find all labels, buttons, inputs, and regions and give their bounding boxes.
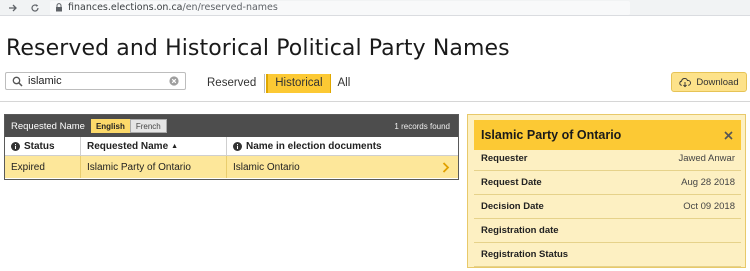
detail-label: Requester bbox=[481, 153, 528, 164]
column-header-election-name-label: Name in election documents bbox=[246, 140, 382, 152]
detail-panel: Islamic Party of Ontario Requester Jawed… bbox=[467, 114, 746, 268]
forward-arrow-icon[interactable] bbox=[6, 1, 20, 15]
table-header-row: Status Requested Name ▲ Name in election… bbox=[5, 137, 458, 156]
clear-icon[interactable] bbox=[168, 75, 180, 87]
address-bar[interactable]: finances.elections.on.ca/en/reserved-nam… bbox=[50, 0, 630, 15]
requested-name-label: Requested Name bbox=[11, 120, 85, 132]
column-header-status[interactable]: Status bbox=[5, 137, 80, 155]
cell-election-name: Islamic Ontario bbox=[226, 156, 438, 178]
header-divider bbox=[0, 101, 750, 102]
url-path: /en/reserved-names bbox=[182, 2, 278, 13]
detail-label: Registration date bbox=[481, 225, 559, 236]
detail-row-registration-status: Registration Status bbox=[474, 243, 741, 267]
page-title: Reserved and Historical Political Party … bbox=[6, 36, 510, 61]
reload-icon[interactable] bbox=[28, 1, 42, 15]
sort-up-icon: ▲ bbox=[171, 142, 179, 150]
cell-requested-name: Islamic Party of Ontario bbox=[80, 156, 226, 178]
download-button[interactable]: Download bbox=[671, 72, 747, 92]
info-icon bbox=[233, 141, 242, 151]
close-icon[interactable] bbox=[723, 130, 733, 140]
view-tabs: Reserved Historical All bbox=[200, 73, 357, 93]
detail-value: Jawed Anwar bbox=[678, 153, 735, 164]
tab-historical[interactable]: Historical bbox=[266, 73, 331, 93]
lang-english-button[interactable]: English bbox=[90, 119, 130, 133]
detail-row-request-date: Request Date Aug 28 2018 bbox=[474, 171, 741, 195]
detail-title: Islamic Party of Ontario bbox=[481, 128, 622, 142]
cloud-download-icon bbox=[679, 76, 692, 88]
search-box bbox=[5, 72, 186, 90]
detail-label: Request Date bbox=[481, 177, 542, 188]
lang-french-button[interactable]: French bbox=[129, 119, 167, 133]
search-input[interactable] bbox=[28, 75, 168, 87]
detail-header: Islamic Party of Ontario bbox=[474, 120, 741, 150]
detail-row-decision-date: Decision Date Oct 09 2018 bbox=[474, 195, 741, 219]
url-text: finances.elections.on.ca/en/reserved-nam… bbox=[68, 2, 278, 13]
detail-row-requester: Requester Jawed Anwar bbox=[474, 147, 741, 171]
browser-toolbar: finances.elections.on.ca/en/reserved-nam… bbox=[0, 0, 750, 16]
language-toggle: English French bbox=[90, 119, 167, 133]
tab-reserved[interactable]: Reserved bbox=[200, 74, 263, 93]
url-host: finances.elections.on.ca bbox=[68, 2, 183, 13]
tab-all[interactable]: All bbox=[331, 74, 358, 93]
column-header-requested-name-label: Requested Name bbox=[87, 140, 169, 152]
detail-row-registration-date: Registration date bbox=[474, 219, 741, 243]
detail-value: Oct 09 2018 bbox=[683, 201, 735, 212]
chevron-right-icon[interactable] bbox=[438, 161, 454, 173]
table-toolbar: Requested Name English French 1 records … bbox=[5, 115, 458, 137]
column-header-requested-name[interactable]: Requested Name ▲ bbox=[80, 137, 226, 155]
tab-divider bbox=[264, 73, 266, 93]
column-header-status-label: Status bbox=[24, 140, 55, 152]
records-count: 1 records found bbox=[394, 121, 450, 131]
detail-label: Registration Status bbox=[481, 249, 569, 260]
results-table: Requested Name English French 1 records … bbox=[4, 114, 459, 180]
column-header-election-name[interactable]: Name in election documents bbox=[226, 137, 458, 155]
download-label: Download bbox=[696, 76, 739, 88]
cell-status: Expired bbox=[11, 161, 45, 173]
detail-value: Aug 28 2018 bbox=[681, 177, 735, 188]
search-icon bbox=[10, 74, 24, 88]
info-icon bbox=[11, 141, 20, 151]
table-row[interactable]: Expired Islamic Party of Ontario Islamic… bbox=[5, 156, 458, 178]
lock-icon bbox=[54, 3, 64, 13]
detail-label: Decision Date bbox=[481, 201, 544, 212]
